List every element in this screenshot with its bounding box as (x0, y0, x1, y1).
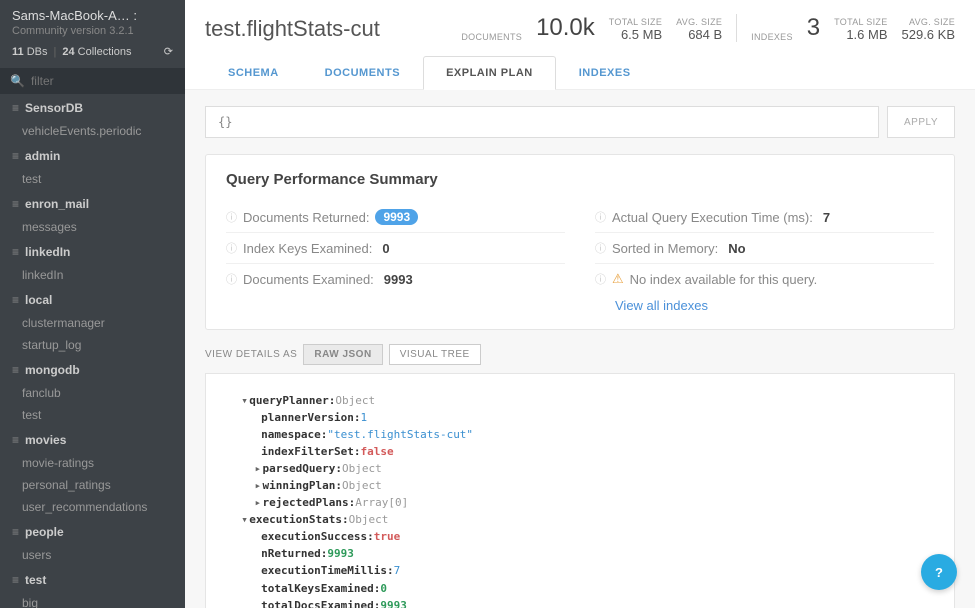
sidebar-db-people[interactable]: ≡people (0, 518, 185, 544)
sidebar-coll-movie-ratings[interactable]: movie-ratings (0, 452, 185, 474)
explain-json: ▾queryPlanner:Object plannerVersion:1 na… (205, 373, 955, 608)
view-indexes-link[interactable]: View all indexes (615, 298, 934, 313)
sidebar-coll-users[interactable]: users (0, 544, 185, 566)
index-count: 3 (807, 14, 820, 42)
sidebar-stats: 11 DBs | 24 Collections ⟳ (0, 41, 185, 68)
info-icon: ⓘ (595, 271, 606, 287)
tab-explain[interactable]: EXPLAIN PLAN (423, 56, 556, 90)
help-bubble[interactable]: ? (921, 554, 957, 590)
database-icon: ≡ (12, 433, 19, 447)
namespace-title: test.flightStats-cut (205, 16, 380, 42)
info-icon: ⓘ (226, 240, 237, 256)
docs-returned-badge: 9993 (375, 209, 418, 225)
main-panel: test.flightStats-cut DOCUMENTS 10.0k tot… (185, 0, 975, 608)
info-icon: ⓘ (595, 209, 606, 225)
database-icon: ≡ (12, 363, 19, 377)
query-input[interactable]: {} (205, 106, 879, 138)
filter-input[interactable] (31, 74, 185, 88)
summary-title: Query Performance Summary (226, 171, 934, 188)
sidebar-coll-test[interactable]: test (0, 404, 185, 426)
doc-count: 10.0k (536, 14, 595, 42)
database-icon: ≡ (12, 245, 19, 259)
database-icon: ≡ (12, 573, 19, 587)
search-icon: 🔍 (10, 74, 25, 88)
tab-indexes[interactable]: INDEXES (556, 56, 654, 89)
sidebar-db-enron_mail[interactable]: ≡enron_mail (0, 190, 185, 216)
apply-button[interactable]: APPLY (887, 106, 955, 138)
database-icon: ≡ (12, 149, 19, 163)
sidebar: Sams-MacBook-A… : Community version 3.2.… (0, 0, 185, 608)
summary-box: Query Performance Summary ⓘDocuments Ret… (205, 154, 955, 330)
tab-schema[interactable]: SCHEMA (205, 56, 302, 89)
info-icon: ⓘ (595, 240, 606, 256)
sidebar-db-admin[interactable]: ≡admin (0, 142, 185, 168)
raw-json-button[interactable]: RAW JSON (303, 344, 382, 365)
sidebar-coll-big[interactable]: big (0, 592, 185, 608)
sidebar-db-SensorDB[interactable]: ≡SensorDB (0, 94, 185, 120)
sidebar-db-mongodb[interactable]: ≡mongodb (0, 356, 185, 382)
database-icon: ≡ (12, 197, 19, 211)
sidebar-host: Sams-MacBook-A… : (12, 8, 173, 23)
sidebar-db-linkedIn[interactable]: ≡linkedIn (0, 238, 185, 264)
sidebar-coll-startup_log[interactable]: startup_log (0, 334, 185, 356)
refresh-icon[interactable]: ⟳ (164, 45, 173, 58)
sidebar-coll-personal_ratings[interactable]: personal_ratings (0, 474, 185, 496)
database-icon: ≡ (12, 101, 19, 115)
database-icon: ≡ (12, 293, 19, 307)
visual-tree-button[interactable]: VISUAL TREE (389, 344, 481, 365)
tab-documents[interactable]: DOCUMENTS (302, 56, 423, 89)
sidebar-db-local[interactable]: ≡local (0, 286, 185, 312)
sidebar-coll-fanclub[interactable]: fanclub (0, 382, 185, 404)
sidebar-coll-linkedIn[interactable]: linkedIn (0, 264, 185, 286)
warning-icon: ⚠ (612, 271, 624, 287)
sidebar-filter[interactable]: 🔍 (0, 68, 185, 94)
database-icon: ≡ (12, 525, 19, 539)
sidebar-coll-messages[interactable]: messages (0, 216, 185, 238)
sidebar-coll-test[interactable]: test (0, 168, 185, 190)
view-details-label: VIEW DETAILS AS (205, 349, 297, 360)
sidebar-db-test[interactable]: ≡test (0, 566, 185, 592)
sidebar-coll-user_recommendations[interactable]: user_recommendations (0, 496, 185, 518)
info-icon: ⓘ (226, 209, 237, 225)
sidebar-db-movies[interactable]: ≡movies (0, 426, 185, 452)
info-icon: ⓘ (226, 271, 237, 287)
sidebar-version: Community version 3.2.1 (12, 25, 173, 37)
sidebar-coll-vehicleEvents.periodic[interactable]: vehicleEvents.periodic (0, 120, 185, 142)
sidebar-coll-clustermanager[interactable]: clustermanager (0, 312, 185, 334)
